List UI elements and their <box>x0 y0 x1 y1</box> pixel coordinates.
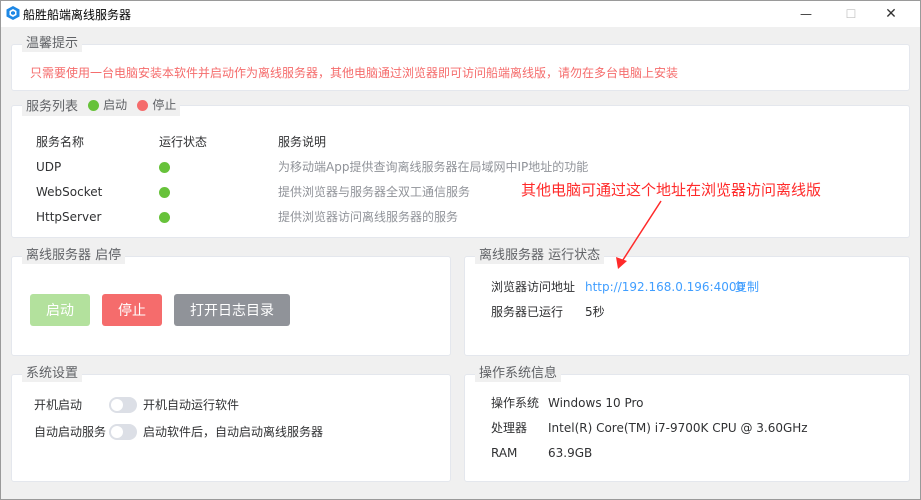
uptime-value: 5秒 <box>585 305 605 319</box>
server-url-link[interactable]: http://192.168.0.196:4000 <box>585 278 744 296</box>
ram-value: 63.9GB <box>548 446 593 460</box>
autostart-label: 开机启动 <box>34 398 83 412</box>
cpu-value: Intel(R) Core(TM) i7-9700K CPU @ 3.60GHz <box>548 421 808 435</box>
control-panel: 离线服务器 启停 启动 停止 打开日志目录 <box>11 248 451 356</box>
os-legend: 操作系统信息 <box>475 366 562 382</box>
copy-url-button[interactable]: 复制 <box>735 278 759 296</box>
tip-panel: 温馨提示 只需要使用一台电脑安装本软件并启动作为离线服务器，其他电脑通过浏览器即… <box>11 36 910 91</box>
os-value: Windows 10 Pro <box>548 396 644 410</box>
running-dot-icon <box>88 99 100 111</box>
uptime-label: 服务器已运行 <box>491 305 564 319</box>
cpu-label: 处理器 <box>491 421 528 435</box>
annotation-text: 其他电脑可通过这个地址在浏览器访问离线版 <box>521 181 822 199</box>
autoservice-toggle[interactable] <box>109 424 137 440</box>
table-header: 服务名称 运行状态 服务说明 <box>36 133 636 158</box>
running-status-icon <box>159 187 170 198</box>
settings-panel: 系统设置 开机启动 开机自动运行软件 自动启动服务 启动软件后，自动启动离线服务… <box>11 366 451 482</box>
tip-legend: 温馨提示 <box>22 36 83 52</box>
runtime-panel: 离线服务器 运行状态 浏览器访问地址 http://192.168.0.196:… <box>464 248 910 356</box>
start-button[interactable]: 启动 <box>30 294 90 326</box>
running-status-icon <box>159 162 170 173</box>
os-info-panel: 操作系统信息 操作系统 Windows 10 Pro 处理器 Intel(R) … <box>464 366 910 482</box>
service-name: UDP <box>36 160 62 174</box>
services-legend-title: 服务列表 <box>26 99 79 115</box>
service-desc: 提供浏览器访问离线服务器的服务 <box>278 210 459 224</box>
control-legend: 离线服务器 启停 <box>22 248 126 264</box>
table-row: HttpServer 提供浏览器访问离线服务器的服务 <box>36 208 636 233</box>
header-name: 服务名称 <box>36 135 85 149</box>
os-label: 操作系统 <box>491 396 540 410</box>
settings-legend: 系统设置 <box>22 366 83 382</box>
service-desc: 为移动端App提供查询离线服务器在局域网中IP地址的功能 <box>278 160 589 174</box>
minimize-icon: — <box>800 7 812 21</box>
open-log-label: 打开日志目录 <box>190 303 274 319</box>
autostart-toggle[interactable] <box>109 397 137 413</box>
stopped-dot-icon <box>137 99 149 111</box>
autoservice-text: 启动软件后，自动启动离线服务器 <box>143 425 324 439</box>
start-button-label: 启动 <box>46 303 74 319</box>
service-name: HttpServer <box>36 210 102 224</box>
close-icon: ✕ <box>885 6 897 22</box>
ram-label: RAM <box>491 446 518 460</box>
runtime-legend: 离线服务器 运行状态 <box>475 248 605 264</box>
close-button[interactable]: ✕ <box>871 1 911 27</box>
stop-button[interactable]: 停止 <box>102 294 162 326</box>
tip-text: 只需要使用一台电脑安装本软件并启动作为离线服务器，其他电脑通过浏览器即可访问船端… <box>30 66 679 80</box>
window-title: 船胜船端离线服务器 <box>23 8 132 22</box>
service-name: WebSocket <box>36 185 103 199</box>
maximize-button[interactable]: ☐ <box>831 1 871 27</box>
services-panel: 服务列表 启动 停止 服务名称 运行状态 服务说明 UDP 为移动端App提供查… <box>11 97 910 238</box>
running-status-icon <box>159 212 170 223</box>
legend-running-label: 启动 <box>103 98 128 112</box>
services-legend: 服务列表 启动 停止 <box>22 97 181 116</box>
minimize-button[interactable]: — <box>786 1 826 27</box>
legend-running: 启动 <box>88 97 127 113</box>
autoservice-label: 自动启动服务 <box>34 425 107 439</box>
stop-button-label: 停止 <box>118 303 146 319</box>
autostart-text: 开机自动运行软件 <box>143 398 240 412</box>
app-window: 船胜船端离线服务器 — ☐ ✕ 温馨提示 只需要使用一台电脑安装本软件并启动作为… <box>0 0 921 500</box>
title-bar[interactable]: 船胜船端离线服务器 — ☐ ✕ <box>1 1 920 27</box>
legend-stopped: 停止 <box>137 97 176 113</box>
legend-stopped-label: 停止 <box>152 98 177 112</box>
open-log-folder-button[interactable]: 打开日志目录 <box>174 294 290 326</box>
app-logo-icon <box>6 6 20 20</box>
header-status: 运行状态 <box>159 135 208 149</box>
service-desc: 提供浏览器与服务器全双工通信服务 <box>278 185 471 199</box>
maximize-icon: ☐ <box>845 7 857 21</box>
header-desc: 服务说明 <box>278 135 327 149</box>
url-label: 浏览器访问地址 <box>491 280 576 294</box>
